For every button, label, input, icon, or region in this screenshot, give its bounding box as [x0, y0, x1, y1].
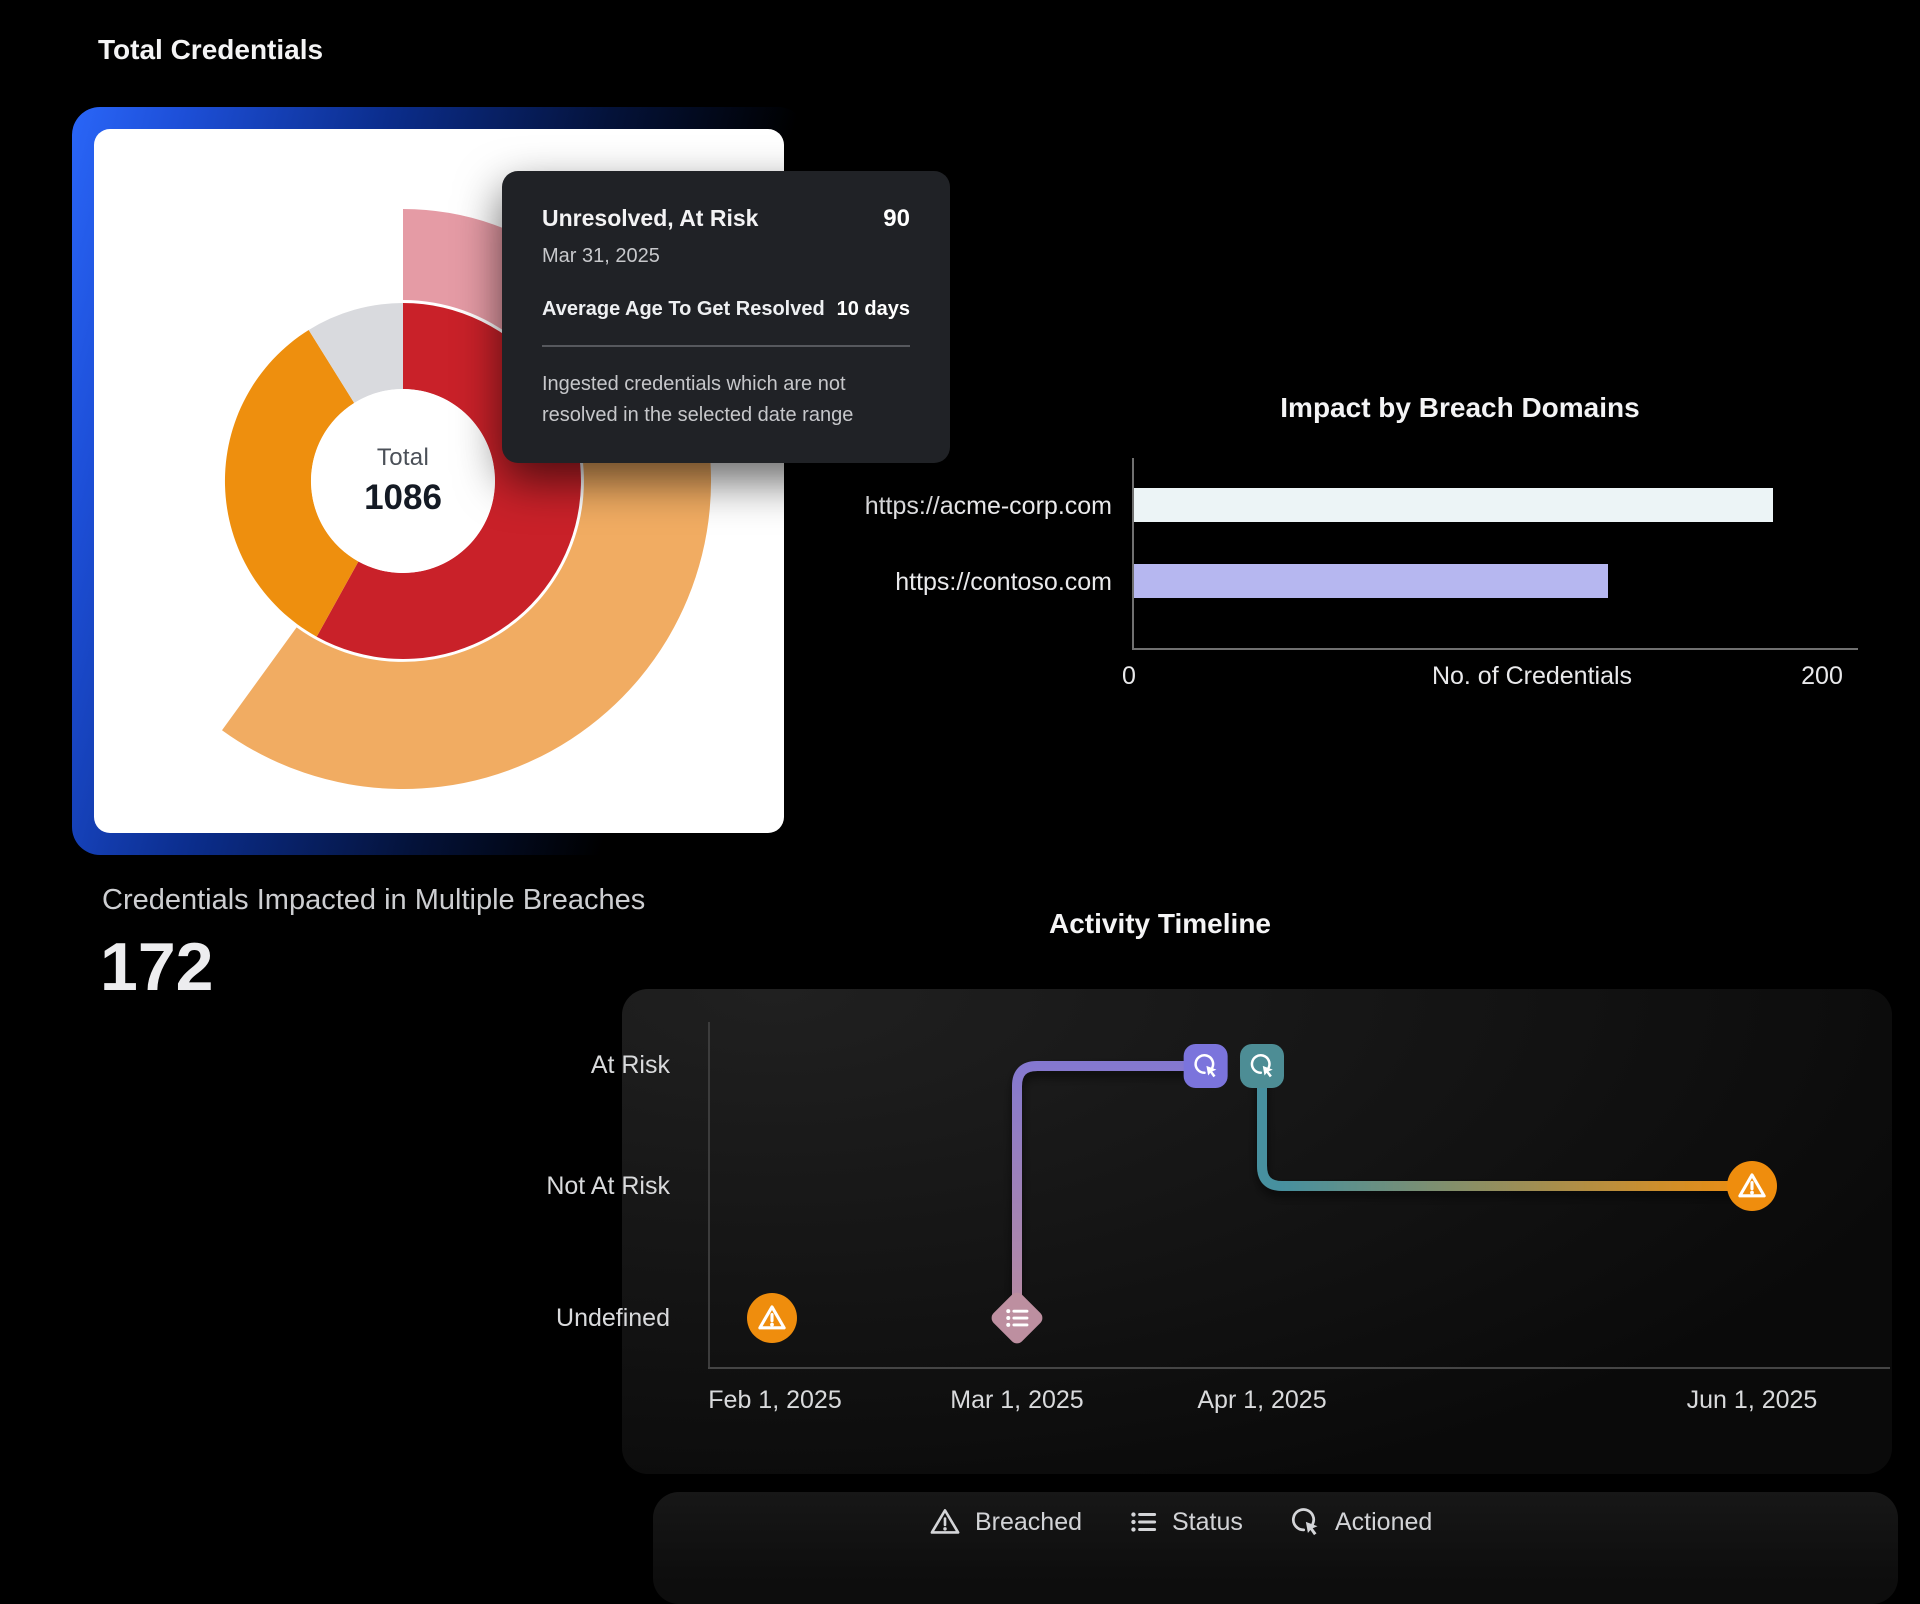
- tooltip-title: Unresolved, At Risk: [542, 205, 758, 232]
- tooltip-value: 90: [883, 205, 910, 233]
- bar-label-contoso: https://contoso.com: [782, 568, 1112, 597]
- timeline-legend-bar: Breached Status Actioned: [653, 1492, 1898, 1604]
- credentials-dashboard: Total Credentials Total 1086 Unresolved,…: [0, 0, 1920, 1604]
- impact-x-axis-title: No. of Credentials: [1302, 662, 1762, 691]
- timeline-xlabel-mar: Mar 1, 2025: [897, 1386, 1137, 1415]
- impact-y-axis-line: [1132, 458, 1134, 650]
- timeline-xlabel-apr: Apr 1, 2025: [1142, 1386, 1382, 1415]
- multiple-breaches-value: 172: [100, 928, 213, 1006]
- donut-tooltip: Unresolved, At Risk 90 Mar 31, 2025 Aver…: [502, 171, 950, 463]
- bar-acme[interactable]: [1134, 488, 1773, 522]
- timeline-ylabel-not-at-risk: Not At Risk: [380, 1172, 670, 1201]
- legend-label-actioned: Actioned: [1335, 1508, 1432, 1537]
- legend-label-status: Status: [1172, 1508, 1243, 1537]
- impact-tick-0: 0: [1122, 662, 1136, 691]
- timeline-x-axis-line: [708, 1367, 1890, 1369]
- timeline-xlabel-jun: Jun 1, 2025: [1632, 1386, 1872, 1415]
- warning-triangle-icon: [929, 1506, 961, 1538]
- bar-contoso[interactable]: [1134, 564, 1608, 598]
- tooltip-date: Mar 31, 2025: [542, 245, 910, 268]
- impact-x-axis-line: [1132, 648, 1858, 650]
- legend-item-breached[interactable]: Breached: [929, 1502, 1082, 1542]
- impact-tick-200: 200: [1792, 662, 1852, 691]
- tooltip-description: Ingested credentials which are not resol…: [542, 369, 910, 431]
- legend-item-status[interactable]: Status: [1128, 1502, 1243, 1542]
- donut-center: Total 1086: [364, 444, 442, 518]
- donut-total-value: 1086: [364, 478, 442, 518]
- multiple-breaches-label: Credentials Impacted in Multiple Breache…: [102, 884, 645, 917]
- timeline-ylabel-undefined: Undefined: [380, 1304, 670, 1333]
- list-icon: [1128, 1507, 1158, 1537]
- total-credentials-title: Total Credentials: [98, 34, 323, 66]
- legend-item-actioned[interactable]: Actioned: [1289, 1502, 1432, 1542]
- bar-label-acme: https://acme-corp.com: [782, 492, 1112, 521]
- tooltip-avg-age-label: Average Age To Get Resolved: [542, 298, 825, 321]
- donut-total-label: Total: [364, 444, 442, 472]
- timeline-ylabel-at-risk: At Risk: [380, 1051, 670, 1080]
- cursor-click-icon: [1289, 1506, 1321, 1538]
- timeline-y-axis-line: [708, 1022, 710, 1368]
- timeline-xlabel-feb: Feb 1, 2025: [655, 1386, 895, 1415]
- tooltip-avg-age-value: 10 days: [837, 298, 910, 321]
- tooltip-divider: [542, 345, 910, 347]
- activity-timeline-title: Activity Timeline: [860, 908, 1460, 940]
- legend-label-breached: Breached: [975, 1508, 1082, 1537]
- impact-by-breach-domains-title: Impact by Breach Domains: [1060, 392, 1860, 424]
